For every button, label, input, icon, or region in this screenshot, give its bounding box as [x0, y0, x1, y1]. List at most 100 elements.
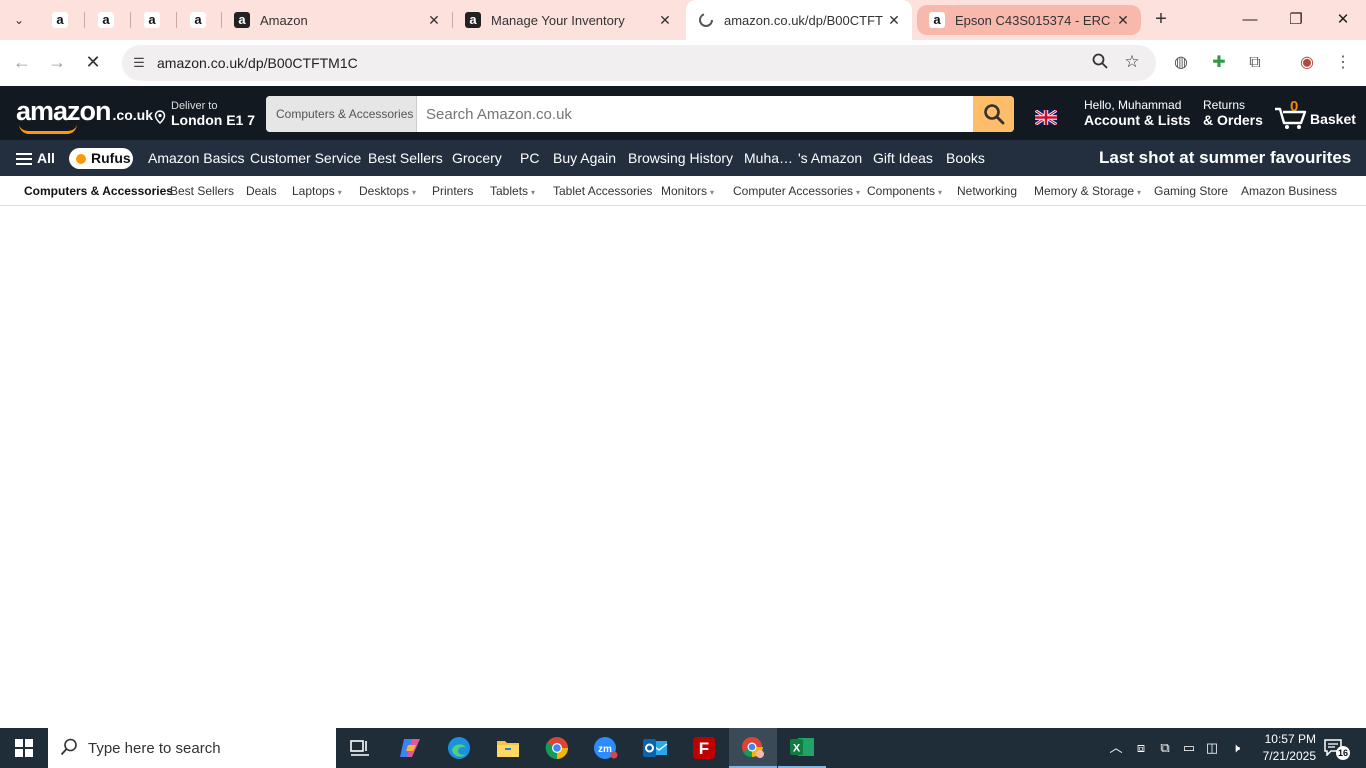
caret-down-icon: ▾ [531, 188, 536, 197]
subnav-components[interactable]: Components ▾ [867, 176, 942, 206]
subnav-amazon-business[interactable]: Amazon Business [1241, 176, 1337, 206]
tab-search-button[interactable]: ⌄ [6, 7, 32, 33]
search-input[interactable] [418, 96, 973, 132]
extension-plus-icon[interactable]: ✚ [1208, 52, 1230, 74]
network-icon[interactable]: ◫ [1202, 738, 1222, 758]
tab-product-active[interactable]: amazon.co.uk/dp/B00CTFTM1 ✕ [686, 0, 912, 40]
subnav-deals[interactable]: Deals [246, 176, 277, 206]
taskbar-filezilla[interactable]: F [680, 728, 728, 768]
basket-button[interactable]: 0 Basket [1274, 94, 1356, 134]
task-view-button[interactable] [336, 728, 384, 768]
show-hidden-icons-chevron-icon[interactable]: ︿ [1106, 738, 1126, 758]
screen-capture-icon[interactable]: ⧉ [1155, 738, 1175, 758]
returns-and-orders[interactable]: Returns & Orders [1203, 98, 1263, 128]
nav-item-buy-again[interactable]: Buy Again [553, 140, 616, 176]
account-and-lists[interactable]: Hello, Muhammad Account & Lists [1084, 98, 1191, 128]
taskbar-file-explorer[interactable] [484, 728, 532, 768]
subnav-tablets[interactable]: Tablets ▾ [490, 176, 535, 206]
search-button[interactable] [973, 96, 1014, 132]
subnav-monitors[interactable]: Monitors ▾ [661, 176, 714, 206]
stop-loading-button[interactable]: ✕ [81, 51, 105, 75]
close-icon[interactable]: ✕ [886, 12, 902, 28]
subnav-label: Computer Accessories [733, 184, 854, 198]
back-button[interactable]: ← [10, 51, 34, 75]
taskbar-chrome[interactable] [533, 728, 581, 768]
bookmark-star-icon[interactable]: ☆ [1122, 52, 1142, 72]
browser-toolbar: ← → ✕ ☰ amazon.co.uk/dp/B00CTFTM1C ☆ ◍ ✚… [0, 40, 1366, 86]
svg-text:zm: zm [598, 744, 612, 755]
taskbar-zoom[interactable]: zm [582, 728, 630, 768]
notification-center-button[interactable]: 16 [1324, 738, 1350, 760]
tab-manage-inventory[interactable]: a Manage Your Inventory ✕ [453, 0, 683, 40]
close-icon[interactable]: ✕ [1115, 12, 1131, 28]
subnav-networking[interactable]: Networking [957, 176, 1017, 206]
zoom-icon[interactable] [1090, 53, 1110, 73]
nav-item-customer-service[interactable]: Customer Service [250, 140, 361, 176]
rufus-button[interactable]: Rufus [69, 148, 133, 169]
close-icon[interactable]: ✕ [657, 12, 673, 28]
nav-item-grocery[interactable]: Grocery [452, 140, 502, 176]
taskbar-copilot[interactable] [386, 728, 434, 768]
subnav-desktops[interactable]: Desktops ▾ [359, 176, 416, 206]
tab-amazon[interactable]: a Amazon ✕ [222, 0, 452, 40]
extensions-puzzle-icon[interactable]: ⧉ [1244, 52, 1266, 74]
nav-item-gift-ideas[interactable]: Gift Ideas [873, 140, 933, 176]
subnav-label: Laptops [292, 184, 335, 198]
subnav-memory-storage[interactable]: Memory & Storage ▾ [1034, 176, 1141, 206]
subnav-best-sellers[interactable]: Best Sellers [170, 176, 234, 206]
nav-promo-banner[interactable]: Last shot at summer favourites [1099, 140, 1351, 176]
address-bar[interactable]: ☰ amazon.co.uk/dp/B00CTFTM1C ☆ [122, 45, 1156, 81]
battery-icon[interactable]: ▭ [1179, 738, 1199, 758]
nav-item-user-name[interactable]: Muha… [744, 140, 793, 176]
system-clock[interactable]: 10:57 PM 7/21/2025 [1254, 731, 1316, 765]
pinned-tab-2[interactable]: a [94, 8, 118, 32]
nav-item-users-amazon[interactable]: 's Amazon [798, 140, 862, 176]
subnav-computer-accessories[interactable]: Computer Accessories ▾ [733, 176, 860, 206]
site-settings-icon[interactable]: ☰ [130, 54, 148, 72]
browser-menu-icon[interactable]: ⋮ [1332, 52, 1354, 74]
start-button[interactable] [0, 728, 48, 768]
minimize-button[interactable]: — [1238, 8, 1262, 32]
nav-item-pc[interactable]: PC [520, 140, 539, 176]
nav-item-amazon-basics[interactable]: Amazon Basics [148, 140, 244, 176]
search-bar: Computers & Accessories▼ [266, 96, 1014, 132]
nav-item-best-sellers[interactable]: Best Sellers [368, 140, 443, 176]
subnav-laptops[interactable]: Laptops ▾ [292, 176, 342, 206]
amazon-logo[interactable]: amazon .co.uk [16, 96, 153, 134]
caret-down-icon: ▾ [1137, 188, 1142, 197]
url-text[interactable]: amazon.co.uk/dp/B00CTFTM1C [157, 55, 358, 71]
nav-item-browsing-history[interactable]: Browsing History [628, 140, 733, 176]
taskbar-search-box[interactable]: Type here to search [48, 728, 336, 768]
profile-avatar-icon[interactable]: ◉ [1296, 52, 1318, 74]
window-close-button[interactable]: ✕ [1331, 8, 1355, 32]
amazon-nav-bar: All Rufus Amazon Basics Customer Service… [0, 140, 1366, 176]
subnav-printers[interactable]: Printers [432, 176, 473, 206]
chrome-profile-icon [742, 737, 764, 758]
close-icon[interactable]: ✕ [426, 12, 442, 28]
taskbar-outlook[interactable] [631, 728, 679, 768]
deliver-label: Deliver to [171, 100, 218, 112]
folder-icon [497, 741, 519, 757]
pinned-tab-1[interactable]: a [48, 8, 72, 32]
nav-item-books[interactable]: Books [946, 140, 985, 176]
meet-now-icon[interactable]: ⧈ [1131, 738, 1151, 758]
taskbar-excel[interactable]: X [778, 728, 826, 768]
subnav-computers-accessories[interactable]: Computers & Accessories [24, 176, 173, 206]
nav-all-menu[interactable]: All [16, 140, 55, 176]
new-tab-button[interactable]: + [1150, 9, 1172, 31]
pinned-tab-3[interactable]: a [140, 8, 164, 32]
restore-button[interactable]: ❐ [1284, 8, 1308, 32]
caret-down-icon: ▾ [938, 188, 943, 197]
filezilla-icon: F [693, 737, 715, 759]
subnav-tablet-accessories[interactable]: Tablet Accessories [553, 176, 652, 206]
search-category-dropdown[interactable]: Computers & Accessories▼ [266, 96, 426, 132]
volume-muted-icon[interactable]: 🕨 [1226, 738, 1246, 758]
forward-button[interactable]: → [45, 51, 69, 75]
tab-epson[interactable]: a Epson C43S015374 - ERC 38B ✕ [917, 5, 1141, 35]
translate-extension-icon[interactable]: ◍ [1170, 52, 1192, 74]
subnav-gaming-store[interactable]: Gaming Store [1154, 176, 1228, 206]
taskbar-chrome-profile[interactable] [729, 728, 777, 768]
taskbar-edge[interactable] [435, 728, 483, 768]
pinned-tab-4[interactable]: a [186, 8, 210, 32]
uk-flag-icon[interactable] [1035, 110, 1057, 125]
